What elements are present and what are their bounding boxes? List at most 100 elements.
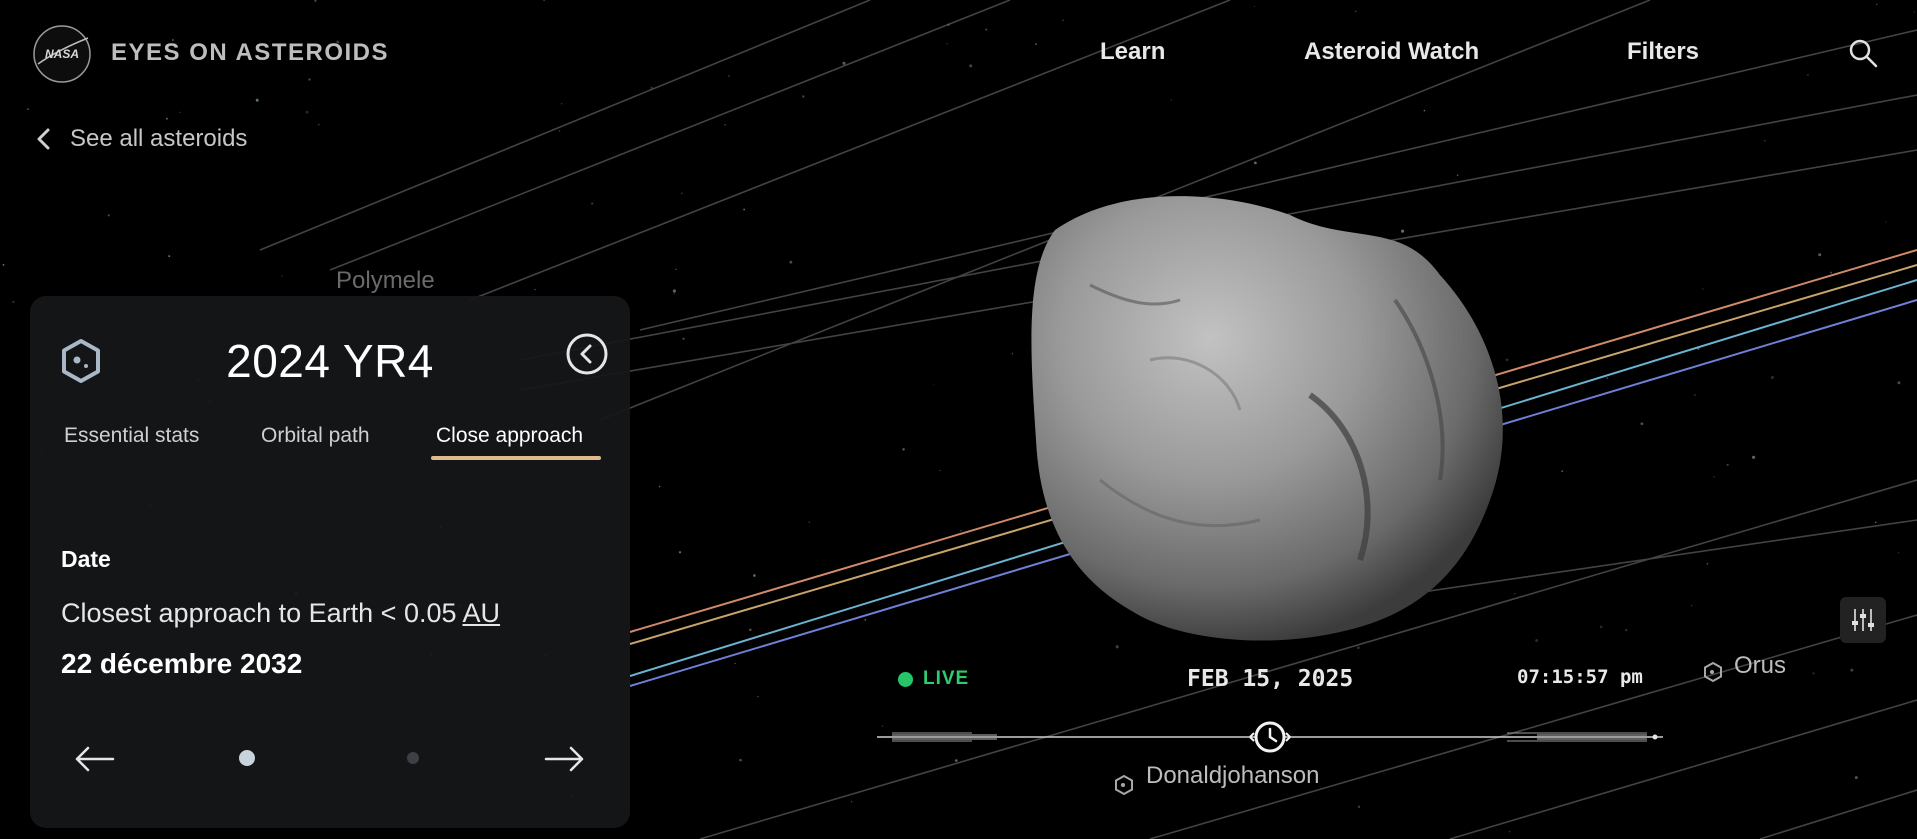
star xyxy=(168,255,171,258)
star xyxy=(675,268,677,270)
clock-icon[interactable] xyxy=(1249,721,1291,753)
star xyxy=(305,110,309,114)
star xyxy=(27,108,29,110)
arrow-left-icon[interactable] xyxy=(73,744,115,774)
label-polymele[interactable]: Polymele xyxy=(336,267,435,295)
asteroid-2024-yr4[interactable] xyxy=(1031,196,1503,641)
star xyxy=(281,275,283,277)
star xyxy=(850,801,853,803)
star xyxy=(680,192,683,195)
star xyxy=(1752,455,1756,459)
star xyxy=(560,103,563,105)
star xyxy=(743,208,745,211)
live-indicator-dot xyxy=(898,671,913,687)
asteroid-pin-icon[interactable] xyxy=(1113,774,1135,796)
pager-dot-1[interactable] xyxy=(239,750,255,766)
star xyxy=(318,123,320,126)
star xyxy=(1812,672,1815,675)
tab-close-approach[interactable]: Close approach xyxy=(436,424,583,458)
star xyxy=(933,384,935,386)
star xyxy=(534,288,536,291)
chevron-left-circle-icon[interactable] xyxy=(565,332,609,376)
asteroid-name: 2024 YR4 xyxy=(226,335,434,387)
asteroid-detail-panel: 2024 YR4 Essential stats Orbital path Cl… xyxy=(30,296,630,828)
sliders-icon[interactable] xyxy=(1840,597,1886,643)
star xyxy=(739,758,742,762)
star xyxy=(1818,253,1822,257)
panel-pager xyxy=(30,740,630,780)
sliders-icon-graphic xyxy=(1852,609,1874,631)
star xyxy=(682,337,685,341)
star xyxy=(864,619,867,621)
star xyxy=(1505,358,1509,362)
asteroid-pin-icon[interactable] xyxy=(1702,661,1724,683)
star xyxy=(1423,109,1426,112)
see-all-asteroids-link[interactable]: See all asteroids xyxy=(34,124,247,154)
star xyxy=(1885,221,1887,223)
star xyxy=(1357,646,1360,650)
star xyxy=(724,123,726,126)
section-label-date: Date xyxy=(61,546,111,572)
star xyxy=(789,260,793,264)
star xyxy=(591,202,594,205)
star xyxy=(1561,470,1564,472)
approach-date: 22 décembre 2032 xyxy=(61,648,303,679)
label-donaldjohanson[interactable]: Donaldjohanson xyxy=(1146,762,1319,790)
star xyxy=(678,551,682,554)
star xyxy=(734,662,736,665)
star xyxy=(1898,552,1900,554)
nasa-logo[interactable]: NASA xyxy=(32,24,92,84)
star xyxy=(939,469,941,472)
star xyxy=(672,289,676,293)
star xyxy=(165,117,168,120)
star xyxy=(1694,394,1696,396)
approach-description: Closest approach to Earth < 0.05 AU xyxy=(61,598,500,629)
star xyxy=(1854,776,1858,780)
star xyxy=(1850,668,1854,672)
star xyxy=(558,130,561,132)
nasa-logo-text: NASA xyxy=(45,47,79,61)
star xyxy=(1514,593,1516,595)
pager-dot-2[interactable] xyxy=(407,752,419,764)
top-bar: NASA EYES ON ASTEROIDS Learn Asteroid Wa… xyxy=(0,0,1917,100)
au-link[interactable]: AU xyxy=(463,598,501,628)
star xyxy=(1401,229,1405,233)
star xyxy=(2,264,5,266)
star xyxy=(1456,174,1459,177)
star xyxy=(808,521,811,523)
tab-orbital-path[interactable]: Orbital path xyxy=(261,424,370,458)
arrow-right-icon[interactable] xyxy=(544,744,586,774)
nav-filters[interactable]: Filters xyxy=(1627,38,1699,66)
timeline-date[interactable]: FEB 15, 2025 xyxy=(1187,666,1353,692)
nav-learn[interactable]: Learn xyxy=(1100,38,1165,66)
live-button[interactable]: LIVE xyxy=(898,668,969,690)
star xyxy=(1640,422,1644,426)
nav-asteroid-watch[interactable]: Asteroid Watch xyxy=(1304,38,1479,66)
star xyxy=(1764,140,1766,142)
star xyxy=(960,530,962,532)
star xyxy=(1606,377,1609,380)
tab-essential-stats[interactable]: Essential stats xyxy=(64,424,199,458)
search-icon[interactable] xyxy=(1848,38,1878,68)
star xyxy=(1011,353,1014,355)
brand-title[interactable]: EYES ON ASTEROIDS xyxy=(111,39,389,67)
star xyxy=(1691,605,1693,607)
timeline-time[interactable]: 07:15:57 pm xyxy=(1517,666,1643,688)
star xyxy=(1625,628,1628,632)
star xyxy=(1770,376,1774,379)
star xyxy=(1599,625,1603,629)
star xyxy=(1726,463,1729,466)
star xyxy=(658,485,661,488)
label-orus[interactable]: Orus xyxy=(1734,652,1786,680)
active-tab-indicator xyxy=(431,456,601,460)
star xyxy=(1254,161,1257,165)
star xyxy=(1357,805,1361,808)
chevron-left-icon xyxy=(37,128,50,150)
star xyxy=(1702,288,1704,290)
live-label: LIVE xyxy=(923,668,970,689)
star xyxy=(673,293,675,295)
star xyxy=(1706,562,1709,565)
star xyxy=(757,695,759,698)
star xyxy=(902,448,905,451)
time-scrubber[interactable] xyxy=(877,714,1663,760)
